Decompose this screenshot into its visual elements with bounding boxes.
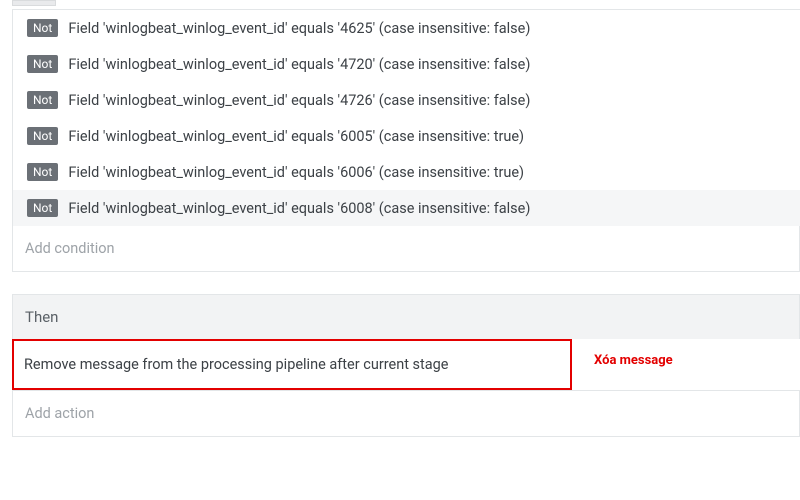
not-badge[interactable]: Not — [27, 55, 58, 73]
annotation-label: Xóa message — [594, 353, 673, 368]
not-badge[interactable]: Not — [27, 91, 58, 109]
conditions-list: Not Field 'winlogbeat_winlog_event_id' eq… — [12, 10, 800, 226]
condition-text: Field 'winlogbeat_winlog_event_id' equal… — [68, 200, 530, 217]
action-row-wrap: Remove message from the processing pipel… — [12, 339, 800, 390]
condition-text: Field 'winlogbeat_winlog_event_id' equal… — [68, 128, 524, 145]
not-badge[interactable]: Not — [27, 19, 58, 37]
condition-row[interactable]: Not Field 'winlogbeat_winlog_event_id' eq… — [13, 46, 800, 82]
condition-text: Field 'winlogbeat_winlog_event_id' equal… — [68, 56, 530, 73]
not-badge[interactable]: Not — [27, 163, 58, 181]
then-section-header: Then — [12, 294, 800, 339]
condition-text: Field 'winlogbeat_winlog_event_id' equal… — [68, 20, 530, 37]
add-action-input[interactable]: Add action — [12, 390, 800, 437]
collapsed-condition-stub — [12, 0, 56, 6]
condition-row[interactable]: Not Field 'winlogbeat_winlog_event_id' eq… — [13, 118, 800, 154]
not-badge[interactable]: Not — [27, 127, 58, 145]
condition-row[interactable]: Not Field 'winlogbeat_winlog_event_id' eq… — [13, 82, 800, 118]
condition-text: Field 'winlogbeat_winlog_event_id' equal… — [68, 92, 530, 109]
condition-row[interactable]: Not Field 'winlogbeat_winlog_event_id' eq… — [13, 154, 800, 190]
condition-row[interactable]: Not Field 'winlogbeat_winlog_event_id' eq… — [13, 190, 800, 226]
not-badge[interactable]: Not — [27, 199, 58, 217]
action-remove-message[interactable]: Remove message from the processing pipel… — [12, 339, 572, 390]
condition-text: Field 'winlogbeat_winlog_event_id' equal… — [68, 164, 524, 181]
condition-row[interactable]: Not Field 'winlogbeat_winlog_event_id' eq… — [13, 10, 800, 46]
add-condition-input[interactable]: Add condition — [12, 226, 800, 272]
